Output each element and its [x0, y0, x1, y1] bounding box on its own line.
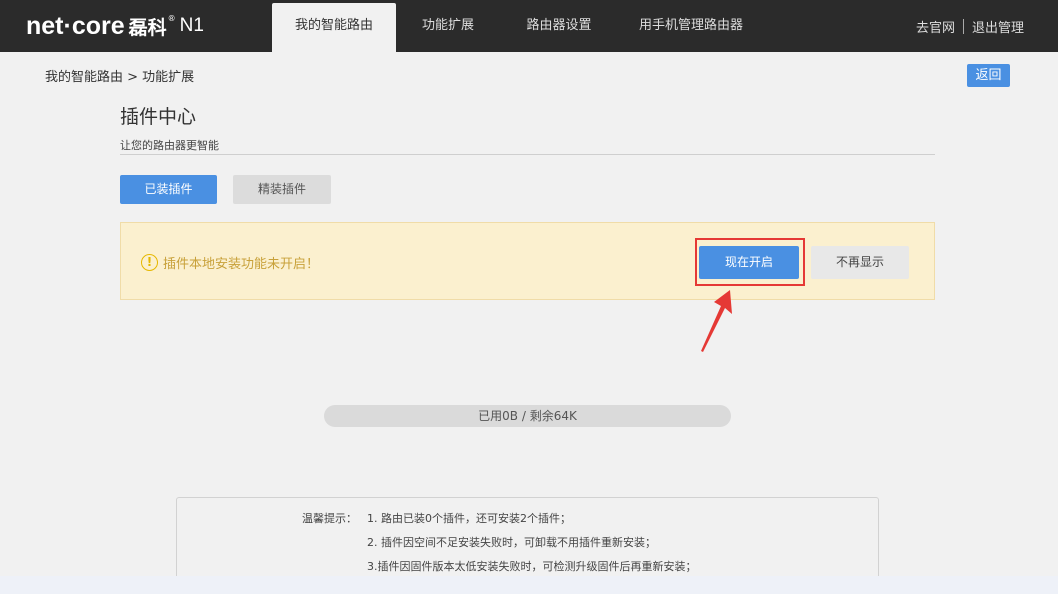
- title-divider: [120, 154, 935, 155]
- top-links: 去官网 退出管理: [916, 17, 1024, 36]
- back-button[interactable]: 返回: [967, 64, 1010, 87]
- nav-tab-extensions[interactable]: 功能扩展: [396, 3, 500, 52]
- red-arrow-annotation: [701, 290, 732, 352]
- link-divider: [962, 19, 964, 34]
- dont-show-again-button[interactable]: 不再显示: [811, 246, 909, 279]
- nav-tab-router-settings[interactable]: 路由器设置: [500, 3, 618, 52]
- notice-message-row: ! 插件本地安装功能未开启！: [141, 253, 319, 272]
- netcore-logo[interactable]: net·core 磊科 ® N1: [26, 10, 204, 42]
- registered-mark: ®: [167, 13, 176, 23]
- storage-usage-label: 已用0B / 剩余64K: [478, 409, 577, 423]
- nav-tab-mobile-manage[interactable]: 用手机管理路由器: [618, 3, 764, 52]
- top-navigation-bar: net·core 磊科 ® N1 我的智能路由 功能扩展 路由器设置 用手机管理…: [0, 0, 1058, 52]
- logo-brand-cn: 磊科: [128, 16, 167, 39]
- tab-installed-plugins[interactable]: 已装插件: [120, 175, 217, 204]
- tips-box: 温馨提示： 1. 路由已装0个插件，还可安装2个插件； 2. 插件因空间不足安装…: [176, 497, 879, 587]
- notice-message: 插件本地安装功能未开启！: [163, 257, 320, 272]
- logout-link[interactable]: 退出管理: [972, 17, 1024, 36]
- tip-line-3: 3.插件因固件版本太低安装失败时，可检测升级固件后再重新安装；: [367, 560, 697, 573]
- nav-tab-my-router[interactable]: 我的智能路由: [272, 3, 396, 52]
- main-nav: 我的智能路由 功能扩展 路由器设置 用手机管理路由器: [272, 3, 764, 52]
- official-site-link[interactable]: 去官网: [916, 17, 955, 36]
- tab-featured-plugins[interactable]: 精装插件: [233, 175, 331, 204]
- logo-brand: net·core: [26, 11, 125, 40]
- tip-line-1: 1. 路由已装0个插件，还可安装2个插件；: [367, 512, 571, 525]
- tips-label: 温馨提示：: [302, 512, 357, 525]
- storage-usage-bar: 已用0B / 剩余64K: [324, 405, 731, 427]
- page-subtitle: 让您的路由器更智能: [120, 139, 219, 152]
- page-title: 插件中心: [120, 106, 197, 128]
- warning-icon: !: [141, 254, 158, 271]
- tip-line-2: 2. 插件因空间不足安装失败时，可卸载不用插件重新安装；: [367, 536, 656, 549]
- enable-now-button[interactable]: 现在开启: [699, 246, 799, 279]
- bottom-strip: [0, 576, 1058, 594]
- breadcrumb: 我的智能路由 > 功能扩展: [45, 70, 195, 85]
- logo-model: N1: [179, 15, 204, 36]
